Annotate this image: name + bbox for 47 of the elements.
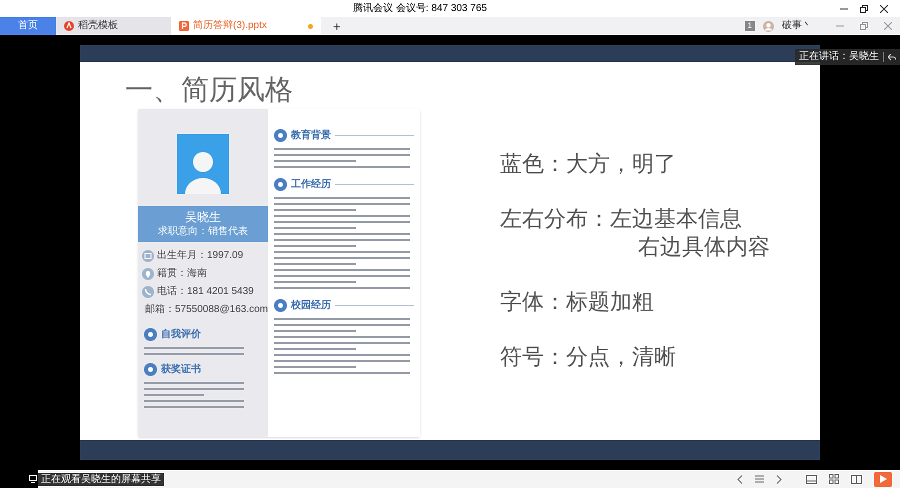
- section-title: 自我评价: [161, 328, 201, 340]
- section-title: 校园经历: [291, 300, 331, 312]
- list-icon[interactable]: [755, 475, 764, 483]
- section-title: 教育背景: [291, 130, 331, 142]
- phone-icon: [142, 286, 154, 298]
- section-icon: [274, 299, 287, 312]
- play-icon: [880, 475, 886, 483]
- location-pin-icon: [142, 268, 154, 280]
- slide-title: 一、简历风格: [125, 74, 293, 105]
- book-view-icon[interactable]: [851, 474, 862, 484]
- info-text: 邮箱：57550088@163.com: [145, 304, 268, 316]
- speaker-text: 正在讲话：吴晓生: [799, 52, 879, 62]
- section-icon: [144, 363, 157, 376]
- chevron-right-icon[interactable]: [776, 474, 782, 484]
- close-icon[interactable]: [880, 4, 888, 12]
- section-title: 获奖证书: [161, 364, 201, 376]
- bullet-text: 蓝色：大方，明了: [500, 150, 677, 178]
- calendar-icon: [142, 250, 154, 262]
- play-button[interactable]: [874, 472, 892, 486]
- info-text: 电话：181 4201 5439: [157, 286, 254, 298]
- chevron-left-icon[interactable]: [737, 474, 743, 484]
- window-title: 腾讯会议 会议号: 847 303 765: [353, 4, 487, 14]
- back-arrow-icon[interactable]: [888, 54, 896, 60]
- tab[interactable]: 首页: [0, 17, 56, 35]
- section-icon: [144, 328, 157, 341]
- count-badge: 1: [744, 21, 755, 31]
- section-icon: [274, 178, 287, 191]
- user-name[interactable]: 破事丶: [782, 21, 812, 31]
- presentation-file-icon: [179, 21, 189, 31]
- bullet-text: 符号：分点，清晰: [500, 343, 677, 371]
- bullet-text: 右边具体内容: [637, 233, 771, 261]
- add-tab-button[interactable]: +: [321, 17, 353, 35]
- restore-icon[interactable]: [860, 4, 868, 12]
- screen-share-icon: [29, 475, 37, 483]
- grid-view-icon[interactable]: [829, 474, 839, 484]
- resume-name: 吴晓生: [185, 210, 221, 225]
- share-notice: 正在观看吴晓生的屏幕共享: [38, 472, 164, 486]
- info-text: 籍贯：海南: [157, 268, 207, 280]
- job-intent: 求职意向：销售代表: [158, 225, 248, 238]
- normal-view-icon[interactable]: [806, 474, 817, 484]
- tab[interactable]: 稻壳模板: [56, 17, 171, 35]
- section-title: 工作经历: [291, 178, 331, 190]
- bullet-text: 左右分布：左边基本信息: [500, 205, 743, 233]
- info-text: 出生年月：1997.09: [157, 250, 244, 262]
- template-logo-icon: [64, 21, 74, 31]
- bullet-text: 字体：标题加粗: [500, 288, 655, 316]
- section-icon: [274, 129, 287, 142]
